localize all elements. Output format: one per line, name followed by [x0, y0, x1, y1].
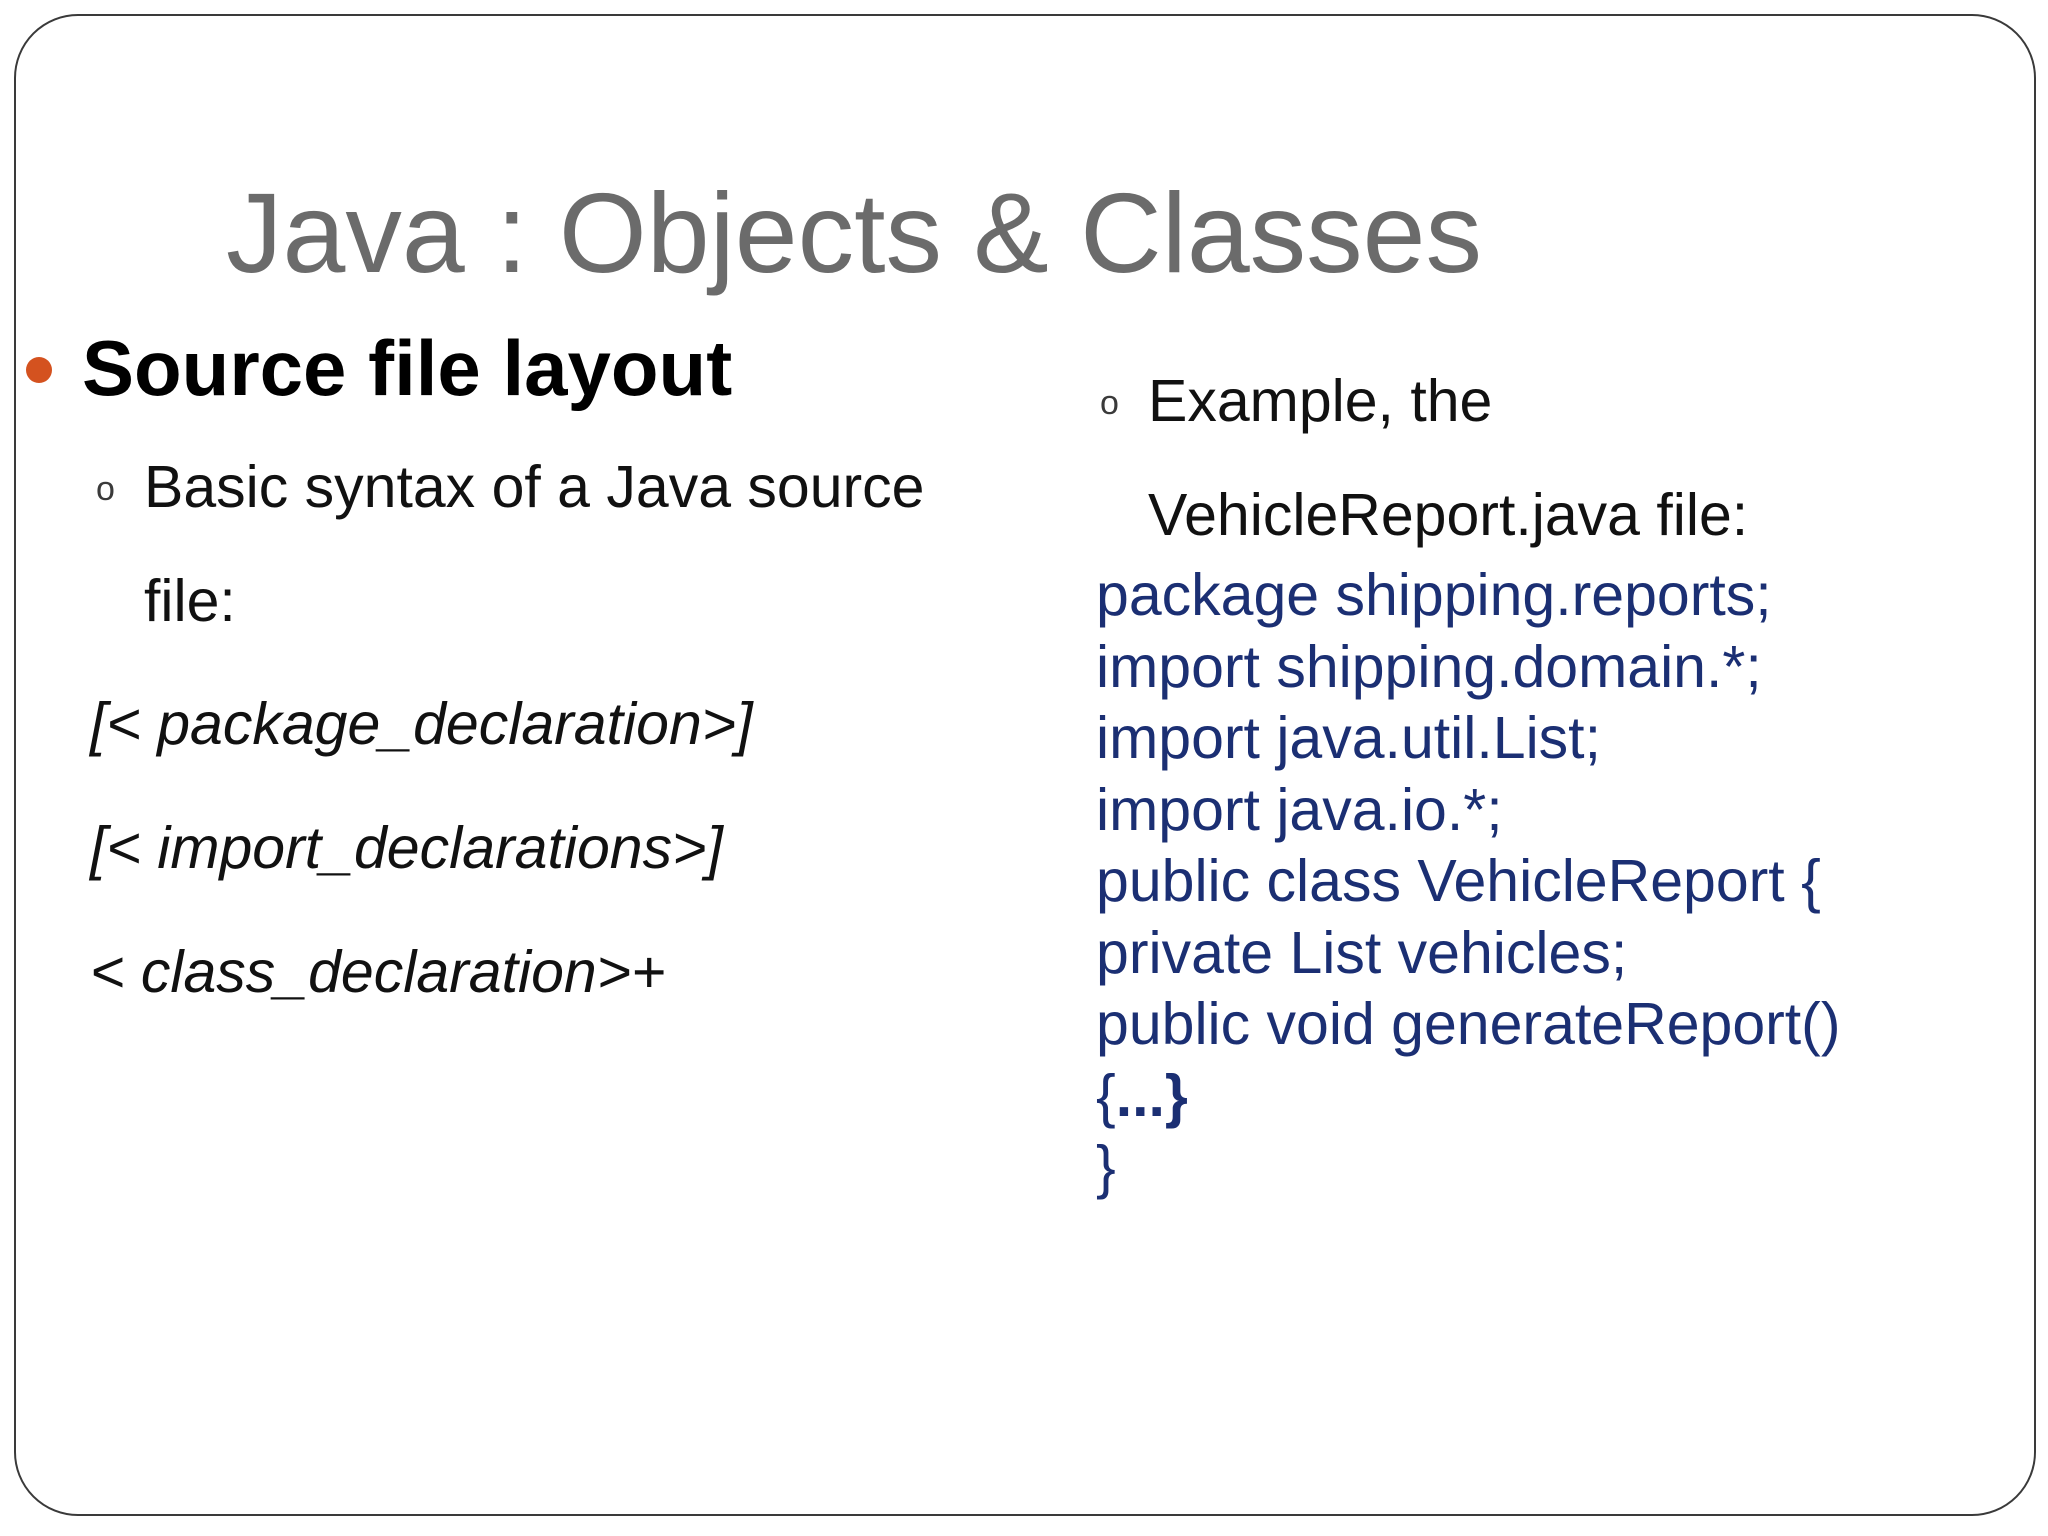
slide-title: Java : Objects & Classes	[226, 170, 1483, 296]
code-brace-open: {	[1096, 1062, 1116, 1129]
code-line: import java.util.List;	[1096, 705, 1601, 771]
syntax-import-line: [< import_declarations>]	[90, 815, 723, 881]
code-line: import java.io.*;	[1096, 776, 1503, 843]
left-sub-bullet-line1: Basic syntax of a Java source	[144, 454, 925, 520]
code-final-brace: }	[1096, 1134, 1116, 1200]
code-line: private List vehicles;	[1096, 919, 1628, 986]
code-block: package shipping.reports; import shippin…	[1096, 560, 1840, 1204]
syntax-package-line: [< package_declaration>]	[90, 691, 753, 757]
main-bullet: Source file layout	[26, 320, 732, 416]
right-sub-bullet-line1: Example, the	[1148, 368, 1493, 434]
right-sub-bullet-line2: VehicleReport.java file:	[1148, 482, 1749, 548]
hollow-circle-bullet-icon: o	[96, 470, 115, 508]
code-line-method-body: {...}	[1096, 1061, 1840, 1133]
syntax-class-line: < class_declaration>+	[90, 939, 666, 1005]
code-line: import shipping.domain.*;	[1096, 633, 1762, 700]
main-bullet-label: Source file layout	[82, 324, 733, 412]
right-sub-bullet: o Example, the VehicleReport.java file:	[1100, 344, 1749, 572]
code-line: package shipping.reports;	[1096, 562, 1772, 628]
code-line: public class VehicleReport {	[1096, 848, 1821, 914]
bullet-dot-icon	[26, 357, 52, 383]
left-sub-bullet: o Basic syntax of a Java source file:	[96, 430, 925, 658]
code-line: public void generateReport()	[1096, 991, 1841, 1057]
code-ellipsis-close: ...}	[1115, 1062, 1188, 1129]
left-sub-bullet-line2: file:	[144, 568, 236, 634]
hollow-circle-bullet-icon: o	[1100, 384, 1119, 422]
